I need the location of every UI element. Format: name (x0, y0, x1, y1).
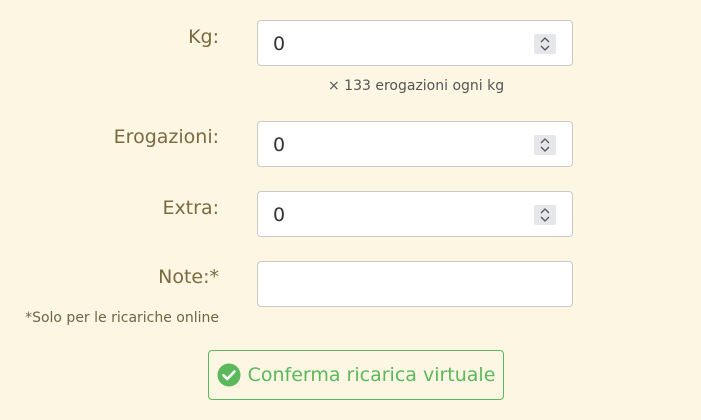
kg-help-text: × 133 erogazioni ogni kg (328, 78, 505, 94)
note-label: Note:* (158, 266, 219, 288)
extra-input[interactable]: 0 (257, 191, 573, 237)
erogazioni-label: Erogazioni: (113, 126, 219, 148)
spinner-arrows-icon (540, 37, 550, 51)
spinner-arrows-icon (540, 208, 550, 222)
spinner-arrows-icon (540, 138, 550, 152)
check-circle-icon (217, 363, 241, 387)
kg-input[interactable]: 0 (257, 20, 573, 66)
extra-input-value: 0 (273, 204, 286, 226)
kg-label: Kg: (188, 26, 219, 48)
extra-label: Extra: (162, 197, 219, 219)
extra-spinner[interactable] (534, 205, 556, 225)
erogazioni-input[interactable]: 0 (257, 121, 573, 167)
erogazioni-spinner[interactable] (534, 135, 556, 155)
confirm-button-label: Conferma ricarica virtuale (247, 364, 496, 386)
note-hint-text: *Solo per le ricariche online (25, 310, 219, 326)
erogazioni-input-value: 0 (273, 134, 286, 156)
confirm-virtual-recharge-button[interactable]: Conferma ricarica virtuale (208, 350, 504, 400)
kg-input-value: 0 (273, 33, 286, 55)
note-input[interactable] (257, 261, 573, 307)
kg-spinner[interactable] (534, 34, 556, 54)
